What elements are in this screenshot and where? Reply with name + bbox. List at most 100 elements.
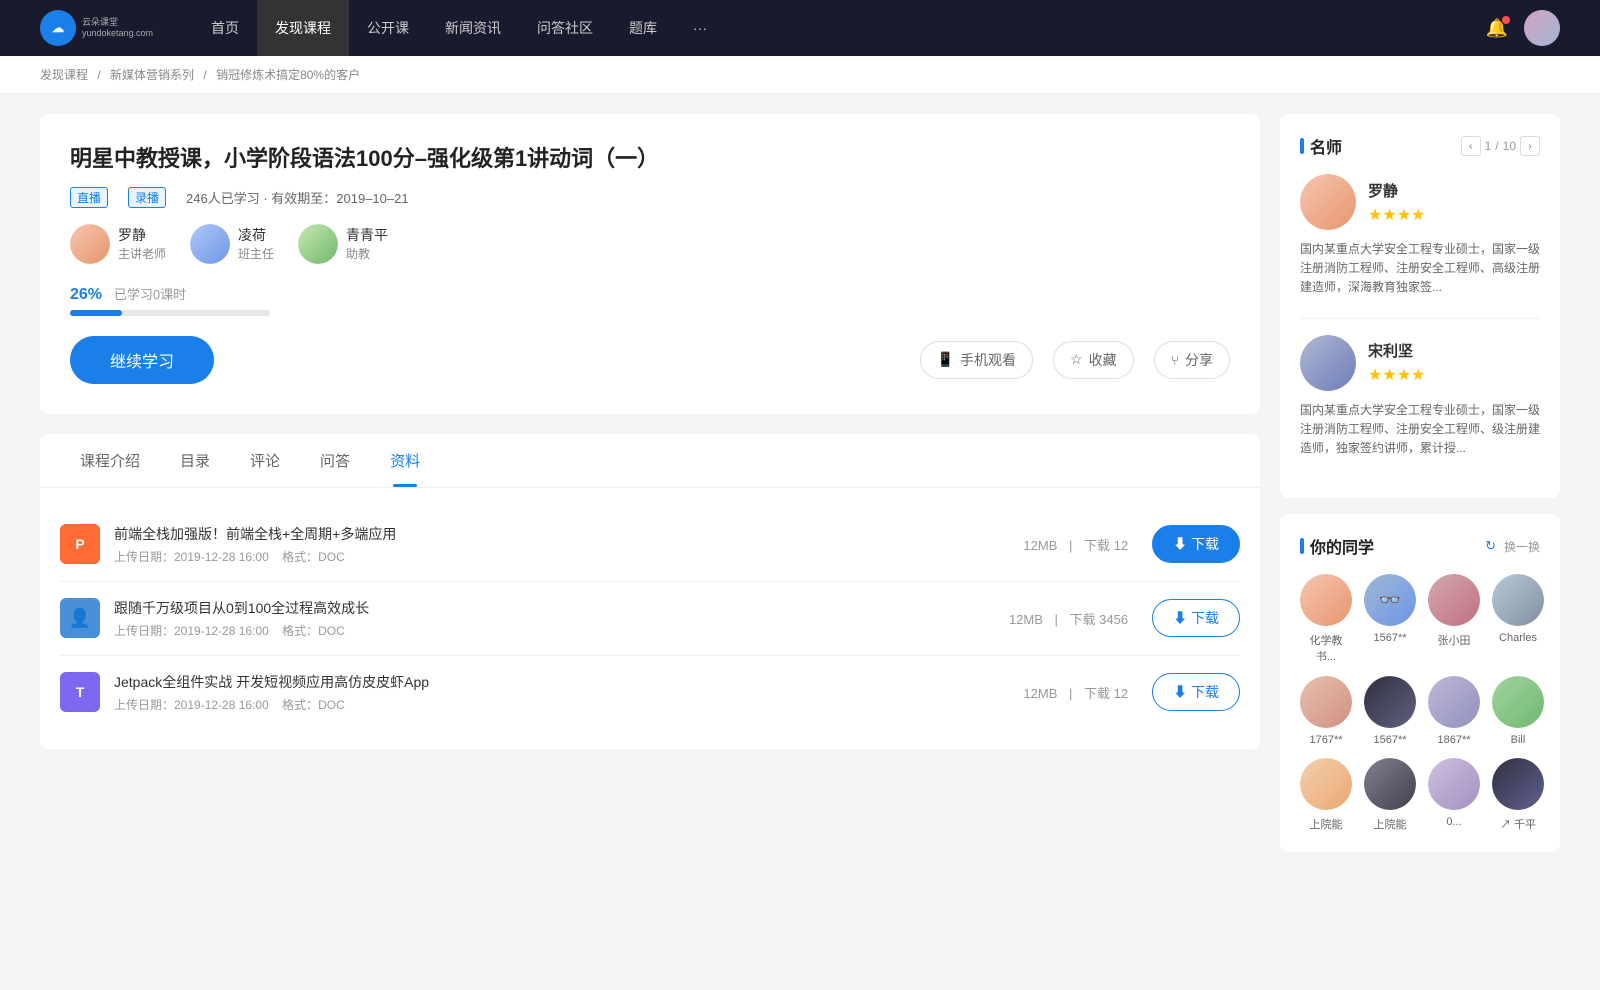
progress-section: 26% 已学习0课时 <box>70 284 1230 316</box>
main-layout: 明星中教授课，小学阶段语法100分–强化级第1讲动词（一） 直播 录播 246人… <box>0 94 1600 888</box>
classmates-sidebar-card: 你的同学 ↻ 换一换 化学教书... 👓 <box>1280 514 1560 852</box>
teacher-sidebar-header-1: 宋利坚 ★★★★ <box>1300 335 1540 391</box>
teacher-sidebar-desc-lj: 国内某重点大学安全工程专业硕士，国家一级注册消防工程师、注册安全工程师、高级注册… <box>1300 240 1540 298</box>
download-button-0[interactable]: ⬇ 下载 <box>1152 525 1240 563</box>
nav-item-news[interactable]: 新闻资讯 <box>427 0 519 56</box>
content-area: 明星中教授课，小学阶段语法100分–强化级第1讲动词（一） 直播 录播 246人… <box>40 114 1260 868</box>
nav-item-open[interactable]: 公开课 <box>349 0 427 56</box>
mobile-view-label: 手机观看 <box>960 350 1016 370</box>
teacher-sidebar-avatar-lj <box>1300 174 1356 230</box>
teacher-item-1: 凌荷 班主任 <box>190 224 274 264</box>
classmates-grid: 化学教书... 👓 1567** 张小田 <box>1300 574 1540 832</box>
nav-item-quiz[interactable]: 题库 <box>611 0 675 56</box>
classmate-name-8: 上院能 <box>1310 816 1343 832</box>
classmate-avatar-img-4 <box>1300 676 1352 728</box>
classmate-avatar-img-1: 👓 <box>1364 574 1416 626</box>
teacher-avatar-img-lj <box>70 224 110 264</box>
classmate-avatar-img-5 <box>1364 676 1416 728</box>
file-icon-1: 👤 <box>60 598 100 638</box>
classmate-avatar-img-3 <box>1492 574 1544 626</box>
file-icon-2: T <box>60 672 100 712</box>
progress-percent: 26% <box>70 286 102 303</box>
page-prev-button[interactable]: ‹ <box>1461 136 1481 156</box>
classmate-avatar-3[interactable] <box>1492 574 1544 626</box>
classmate-item-2: 张小田 <box>1428 574 1480 664</box>
nav-item-more[interactable]: ··· <box>675 0 725 56</box>
classmate-avatar-11[interactable] <box>1492 758 1544 810</box>
file-stats-0: 12MB | 下载 12 <box>1019 535 1132 554</box>
tabs-card: 课程介绍 目录 评论 问答 资料 P 前端全栈加强版！前端全栈+全周期+多端应用… <box>40 434 1260 749</box>
collect-link[interactable]: ☆ 收藏 <box>1053 341 1134 379</box>
refresh-icon[interactable]: ↻ <box>1485 538 1496 554</box>
badge-live: 直播 <box>70 187 108 208</box>
classmate-name-1: 1567** <box>1373 632 1406 644</box>
action-row: 继续学习 📱 手机观看 ☆ 收藏 ⑂ 分享 <box>70 336 1230 384</box>
classmate-avatar-8[interactable] <box>1300 758 1352 810</box>
classmate-avatar-img-7 <box>1492 676 1544 728</box>
breadcrumb-discover[interactable]: 发现课程 <box>40 68 88 82</box>
classmate-item-9: 上院能 <box>1364 758 1416 832</box>
teacher-avatar-lh <box>190 224 230 264</box>
teacher-item-2: 青青平 助教 <box>298 224 388 264</box>
refresh-label[interactable]: 换一换 <box>1504 538 1540 555</box>
file-stats-1: 12MB | 下载 3456 <box>1005 609 1132 628</box>
file-meta-2: 上传日期：2019-12-28 16:00 格式：DOC <box>114 696 1019 713</box>
badge-record: 录播 <box>128 187 166 208</box>
classmate-avatar-5[interactable] <box>1364 676 1416 728</box>
classmate-item-10: 0... <box>1428 758 1480 832</box>
classmate-avatar-4[interactable] <box>1300 676 1352 728</box>
download-button-1[interactable]: ⬇ 下载 <box>1152 599 1240 637</box>
teacher-sidebar-meta-slj: 宋利坚 ★★★★ <box>1368 340 1425 385</box>
teacher-divider <box>1300 318 1540 319</box>
tab-catalog[interactable]: 目录 <box>160 434 230 487</box>
logo[interactable]: ☁ 云朵课堂 yundoketang.com <box>40 10 153 46</box>
nav-item-discover[interactable]: 发现课程 <box>257 0 349 56</box>
classmate-avatar-10[interactable] <box>1428 758 1480 810</box>
file-info-0: 前端全栈加强版！前端全栈+全周期+多端应用 上传日期：2019-12-28 16… <box>114 524 1019 565</box>
mobile-view-link[interactable]: 📱 手机观看 <box>920 341 1033 379</box>
classmate-avatar-img-2 <box>1428 574 1480 626</box>
tab-comments[interactable]: 评论 <box>230 434 300 487</box>
collect-label: 收藏 <box>1089 350 1117 370</box>
file-stats-2: 12MB | 下载 12 <box>1019 683 1132 702</box>
teacher-item-0: 罗静 主讲老师 <box>70 224 166 264</box>
classmate-item-4: 1767** <box>1300 676 1352 746</box>
share-link[interactable]: ⑂ 分享 <box>1154 341 1230 379</box>
file-icon-0: P <box>60 524 100 564</box>
teachers-sidebar-title: 名师 ‹ 1/10 › <box>1300 134 1540 158</box>
bell-icon[interactable]: 🔔 <box>1486 18 1508 39</box>
user-avatar[interactable] <box>1524 10 1560 46</box>
action-links: 📱 手机观看 ☆ 收藏 ⑂ 分享 <box>920 341 1230 379</box>
classmate-avatar-img-9 <box>1364 758 1416 810</box>
teacher-sidebar-item-0: 罗静 ★★★★ 国内某重点大学安全工程专业硕士，国家一级注册消防工程师、注册安全… <box>1300 174 1540 298</box>
classmate-avatar-img-10 <box>1428 758 1480 810</box>
download-button-2[interactable]: ⬇ 下载 <box>1152 673 1240 711</box>
tab-materials[interactable]: 资料 <box>370 434 440 487</box>
navbar: ☁ 云朵课堂 yundoketang.com 首页 发现课程 公开课 新闻资讯 … <box>0 0 1600 56</box>
classmates-refresh[interactable]: ↻ 换一换 <box>1485 538 1540 555</box>
nav-item-qa[interactable]: 问答社区 <box>519 0 611 56</box>
teachers-page-nav: ‹ 1/10 › <box>1461 136 1540 156</box>
teacher-info-qqp: 青青平 助教 <box>346 225 388 262</box>
classmate-avatar-1[interactable]: 👓 <box>1364 574 1416 626</box>
classmate-avatar-img-6 <box>1428 676 1480 728</box>
continue-learning-button[interactable]: 继续学习 <box>70 336 214 384</box>
page-next-button[interactable]: › <box>1520 136 1540 156</box>
classmate-avatar-7[interactable] <box>1492 676 1544 728</box>
classmate-name-2: 张小田 <box>1438 632 1471 648</box>
classmate-avatar-9[interactable] <box>1364 758 1416 810</box>
breadcrumb-current[interactable]: 销冠修炼术搞定80%的客户 <box>216 68 360 82</box>
classmate-avatar-6[interactable] <box>1428 676 1480 728</box>
classmate-avatar-2[interactable] <box>1428 574 1480 626</box>
classmate-avatar-0[interactable] <box>1300 574 1352 626</box>
tab-intro[interactable]: 课程介绍 <box>60 434 160 487</box>
teacher-info-lj: 罗静 主讲老师 <box>118 225 166 262</box>
teacher-sidebar-avatar-img-slj <box>1300 335 1356 391</box>
teacher-sidebar-desc-slj: 国内某重点大学安全工程专业硕士，国家一级注册消防工程师、注册安全工程师、级注册建… <box>1300 401 1540 459</box>
breadcrumb-series[interactable]: 新媒体营销系列 <box>110 68 194 82</box>
tab-qa[interactable]: 问答 <box>300 434 370 487</box>
teacher-sidebar-avatar-slj <box>1300 335 1356 391</box>
nav-item-home[interactable]: 首页 <box>193 0 257 56</box>
classmate-name-9: 上院能 <box>1374 816 1407 832</box>
teacher-avatar-img-lh <box>190 224 230 264</box>
